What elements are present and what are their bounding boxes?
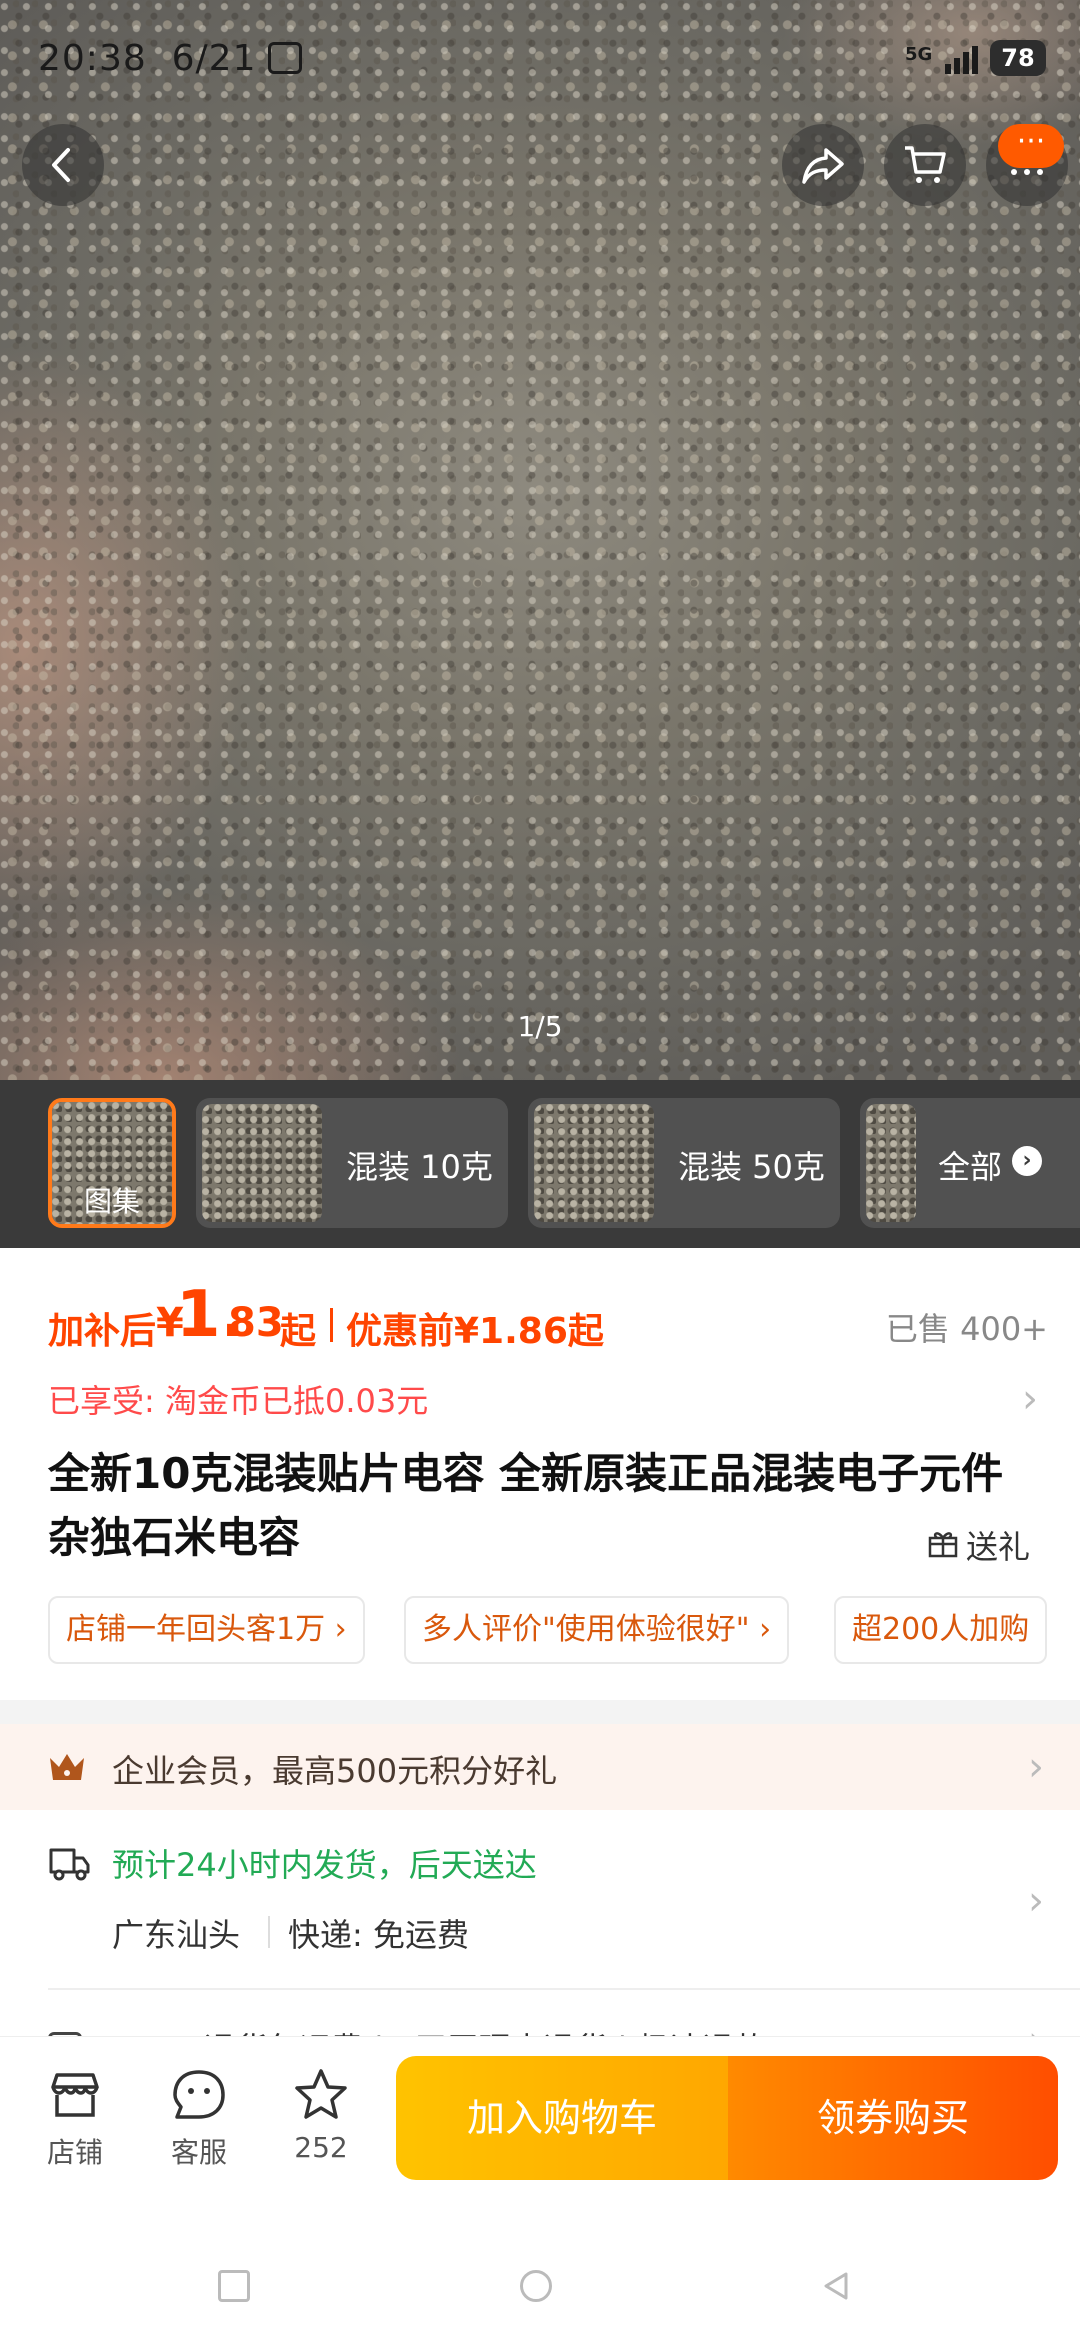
cart-button[interactable] [884, 124, 966, 206]
shop-label: 店铺 [46, 2136, 103, 2169]
truck-icon [49, 1848, 90, 1881]
thumbnail-image [866, 1104, 916, 1222]
thumbnail-all[interactable]: 全部 › [860, 1098, 1080, 1228]
crown-icon [50, 1754, 84, 1780]
member-text: 企业会员，最高500元积分好礼 [112, 1752, 558, 1790]
price-before-discount: 优惠前¥1.86起 [346, 1311, 604, 1352]
thumbnail-label: 图集 [83, 1185, 140, 1218]
chevron-right-icon: › [1028, 1744, 1044, 1790]
tag-row: 店铺一年回头客1万 › 多人评价"使用体验很好" › 超200人加购 [48, 1596, 1080, 1666]
chevron-right-icon: › [1012, 1146, 1042, 1176]
member-banner[interactable]: 企业会员，最高500元积分好礼 › [0, 1724, 1080, 1810]
buy-with-coupon-button[interactable]: 领券购买 [728, 2056, 1058, 2180]
shipping-courier: 快递: 免运费 [288, 1916, 469, 1954]
screenshot-icon [268, 42, 302, 74]
tag-add-to-cart-count[interactable]: 超200人加购 [834, 1596, 1048, 1664]
thumbnail-variant-10g[interactable]: 混装 10克 [196, 1098, 508, 1228]
more-badge[interactable]: ··· [998, 124, 1064, 168]
system-nav-bar [0, 2236, 1080, 2340]
divider [48, 1988, 1080, 1990]
thumbnail-strip: 图集 混装 10克 混装 50克 全部 › [0, 1080, 1080, 1248]
nav-back-icon[interactable] [820, 2270, 852, 2302]
section-gap [0, 1700, 1080, 1724]
chevron-right-icon: › [1022, 1376, 1038, 1422]
discount-row[interactable]: 已享受: 淘金币已抵0.03元 › [48, 1376, 1038, 1426]
price-decimals: 83 [228, 1300, 284, 1346]
share-button[interactable] [782, 124, 864, 206]
customer-service-button[interactable]: 客服 [154, 2067, 244, 2171]
thumbnail-gallery[interactable]: 图集 [48, 1098, 176, 1228]
shipping-origin: 广东汕头 [112, 1916, 241, 1954]
favorite-button[interactable]: 252 [276, 2067, 366, 2164]
discount-text: 已享受: 淘金币已抵0.03元 [48, 1382, 429, 1420]
shop-button[interactable]: 店铺 [30, 2067, 120, 2171]
thumbnail-variant-50g[interactable]: 混装 50克 [528, 1098, 840, 1228]
gift-button[interactable]: 送礼 [966, 1522, 1030, 1568]
price-after-label: 加补后 [48, 1311, 157, 1352]
service-label: 客服 [170, 2136, 227, 2169]
star-icon [295, 2069, 347, 2119]
add-to-cart-button[interactable]: 加入购物车 [396, 2056, 728, 2180]
battery-icon: 78 [990, 40, 1046, 76]
thumbnail-label: 混装 50克 [678, 1148, 825, 1186]
share-icon [802, 148, 844, 184]
price-divider [330, 1308, 333, 1342]
cart-icon [905, 146, 946, 183]
divider [268, 1916, 270, 1948]
product-title: 全新10克混装贴片电容 全新原装正品混装电子元件杂独石米电容 [48, 1449, 1004, 1562]
status-bar: 20:38 6/21 5G 78 [0, 0, 1080, 120]
favorite-count: 252 [294, 2131, 348, 2164]
recents-button[interactable] [218, 2270, 250, 2302]
shop-icon [51, 2073, 99, 2117]
chevron-left-icon [52, 148, 70, 182]
thumbnail-label: 全部 [938, 1148, 1003, 1186]
network-label: 5G [905, 44, 933, 65]
status-time: 20:38 6/21 [38, 38, 257, 79]
shipping-eta: 预计24小时内发货，后天送达 [112, 1846, 537, 1884]
signal-icon [945, 44, 985, 74]
tag-reviews[interactable]: 多人评价"使用体验很好" › [404, 1596, 790, 1664]
tag-returning-customers[interactable]: 店铺一年回头客1万 › [48, 1596, 365, 1664]
price-suffix: 起 [280, 1311, 317, 1352]
home-button[interactable] [520, 2270, 552, 2302]
thumbnail-image [202, 1104, 322, 1222]
shipping-row[interactable]: 预计24小时内发货，后天送达 广东汕头 快递: 免运费 › [0, 1810, 1080, 1990]
back-button[interactable] [22, 124, 104, 206]
gift-icon [928, 1532, 958, 1558]
service-smile-icon [173, 2070, 225, 2119]
sold-count: 已售 400+ [885, 1310, 1048, 1348]
thumbnail-label: 混装 10克 [346, 1148, 493, 1186]
image-counter: 1/5 [517, 1010, 563, 1043]
price-row: 加补后 ¥ 1. 83 起 优惠前¥1.86起 已售 400+ [48, 1262, 1048, 1382]
thumbnail-image [534, 1104, 654, 1222]
chevron-right-icon: › [1028, 1878, 1044, 1924]
